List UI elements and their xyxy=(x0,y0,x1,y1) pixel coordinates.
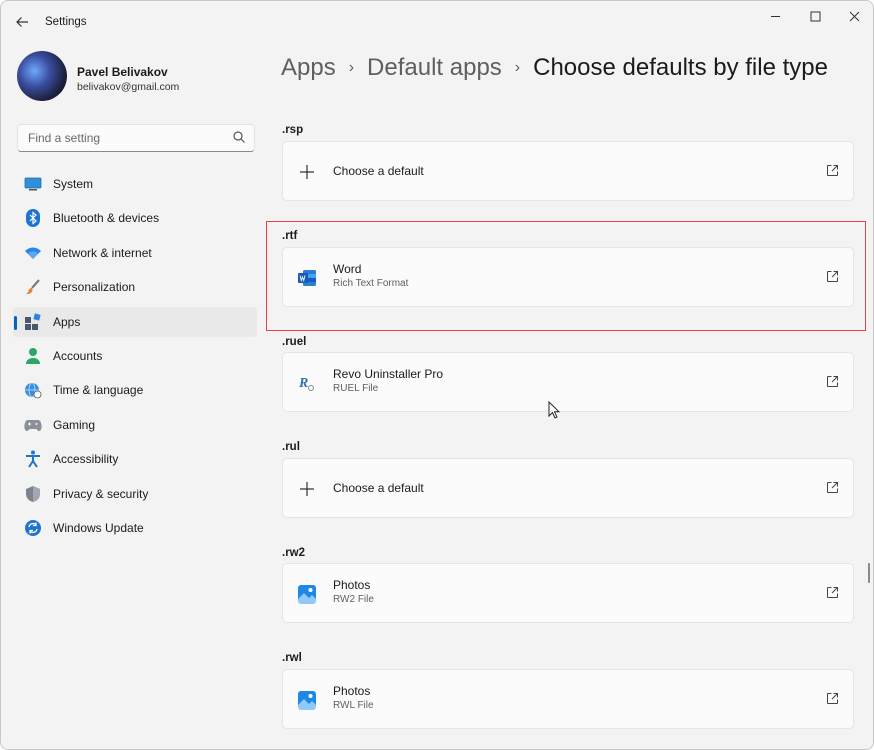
file-type-label: .rtf xyxy=(282,230,298,242)
sidebar-item-accounts[interactable]: Accounts xyxy=(13,341,257,371)
revo-uninstaller-icon: R xyxy=(297,373,317,393)
bluetooth-icon xyxy=(24,209,42,228)
avatar xyxy=(17,51,67,101)
app-name: Photos xyxy=(333,578,371,592)
user-profile[interactable]: Pavel Belivakov belivakov@gmail.com xyxy=(17,51,257,105)
settings-window: Settings Pavel Belivakov belivakov@gmail… xyxy=(0,0,874,750)
sidebar-item-label: Apps xyxy=(53,314,81,329)
open-external-icon[interactable] xyxy=(826,375,839,388)
word-icon xyxy=(297,268,317,288)
file-type-label: .rul xyxy=(282,441,300,453)
system-icon xyxy=(24,175,42,193)
file-type-card-rsp[interactable]: Choose a default xyxy=(282,141,854,201)
chevron-right-icon: › xyxy=(514,59,521,76)
sidebar-item-bluetooth[interactable]: Bluetooth & devices xyxy=(13,203,257,233)
breadcrumb-default-apps[interactable]: Default apps xyxy=(367,54,502,82)
open-external-icon[interactable] xyxy=(826,692,839,705)
svg-text:R: R xyxy=(298,376,308,391)
app-name: Revo Uninstaller Pro xyxy=(333,367,444,381)
file-type-card-ruel[interactable]: R Revo Uninstaller Pro RUEL File xyxy=(282,352,854,412)
shield-icon xyxy=(24,485,42,503)
globe-icon xyxy=(24,381,42,399)
app-name: Choose a default xyxy=(333,164,424,178)
user-name: Pavel Belivakov xyxy=(77,65,168,79)
photos-icon xyxy=(297,584,317,604)
photos-icon xyxy=(297,690,317,710)
sidebar-item-label: Privacy & security xyxy=(53,486,149,501)
back-button[interactable] xyxy=(11,11,33,33)
breadcrumb: Apps › Default apps › Choose defaults by… xyxy=(281,51,828,85)
page-title: Choose defaults by file type xyxy=(533,54,828,81)
sidebar-item-personalization[interactable]: Personalization xyxy=(13,272,257,302)
file-type-card-rw2[interactable]: Photos RW2 File xyxy=(282,563,854,623)
sidebar-item-windows-update[interactable]: Windows Update xyxy=(13,513,257,543)
sidebar-item-apps[interactable]: Apps xyxy=(13,306,257,337)
sidebar-item-system[interactable]: System xyxy=(13,169,257,199)
sidebar-item-privacy[interactable]: Privacy & security xyxy=(13,479,257,509)
selection-indicator xyxy=(14,315,17,330)
breadcrumb-apps[interactable]: Apps xyxy=(281,54,336,82)
search-icon xyxy=(233,131,245,143)
apps-icon xyxy=(24,312,42,331)
file-type-description: RUEL File xyxy=(333,383,379,394)
chevron-right-icon: › xyxy=(348,59,355,76)
app-name: Photos xyxy=(333,684,371,698)
sidebar-item-label: Time & language xyxy=(53,383,144,398)
accessibility-icon xyxy=(24,450,42,468)
close-button[interactable] xyxy=(839,7,869,25)
sidebar-item-time-language[interactable]: Time & language xyxy=(13,375,257,405)
open-external-icon[interactable] xyxy=(826,270,839,283)
title-bar: Settings xyxy=(1,1,873,43)
sidebar-item-label: Accounts xyxy=(53,348,103,363)
user-email: belivakov@gmail.com xyxy=(77,81,180,93)
sidebar-item-label: Personalization xyxy=(53,280,136,295)
sidebar-item-gaming[interactable]: Gaming xyxy=(13,410,257,440)
sidebar-item-label: Accessibility xyxy=(53,452,119,467)
update-icon xyxy=(24,519,42,537)
minimize-button[interactable] xyxy=(760,7,790,25)
app-name: Word xyxy=(333,262,362,276)
mouse-cursor-icon xyxy=(548,401,560,419)
file-type-description: RW2 File xyxy=(333,594,374,605)
scrollbar-thumb[interactable] xyxy=(868,563,870,583)
sidebar-item-label: System xyxy=(53,177,94,191)
file-type-label: .ruel xyxy=(282,336,307,348)
gamepad-icon xyxy=(24,416,42,434)
file-type-label: .rwl xyxy=(282,652,302,664)
file-type-label: .rsp xyxy=(282,124,304,136)
person-icon xyxy=(24,347,42,365)
sidebar-item-network[interactable]: Network & internet xyxy=(13,238,257,268)
close-icon xyxy=(849,11,859,21)
file-type-card-rul[interactable]: Choose a default xyxy=(282,458,854,518)
brush-icon xyxy=(24,278,42,296)
wifi-icon xyxy=(24,244,42,262)
file-type-card-rwl[interactable]: Photos RWL File xyxy=(282,669,854,729)
open-external-icon[interactable] xyxy=(826,481,839,494)
file-type-card-rtf[interactable]: Word Rich Text Format xyxy=(282,247,854,307)
sidebar-item-label: Gaming xyxy=(53,417,96,432)
maximize-icon xyxy=(810,11,820,21)
sidebar-item-label: Bluetooth & devices xyxy=(53,211,160,226)
search-box[interactable] xyxy=(17,124,255,152)
minimize-icon xyxy=(770,15,780,17)
sidebar-nav: System Bluetooth & devices Network & int… xyxy=(13,169,257,547)
sidebar-item-label: Windows Update xyxy=(53,520,144,535)
maximize-button[interactable] xyxy=(800,7,830,25)
back-arrow-icon xyxy=(16,17,28,27)
search-input[interactable] xyxy=(26,130,230,146)
open-external-icon[interactable] xyxy=(826,164,839,177)
file-type-description: RWL File xyxy=(333,700,374,711)
sidebar-item-label: Network & internet xyxy=(53,245,152,260)
window-title: Settings xyxy=(45,16,87,28)
plus-icon xyxy=(297,162,317,182)
app-name: Choose a default xyxy=(333,481,424,495)
file-type-label: .rw2 xyxy=(282,547,306,559)
sidebar-item-accessibility[interactable]: Accessibility xyxy=(13,444,257,474)
file-type-description: Rich Text Format xyxy=(333,278,409,289)
open-external-icon[interactable] xyxy=(826,586,839,599)
plus-icon xyxy=(297,479,317,499)
